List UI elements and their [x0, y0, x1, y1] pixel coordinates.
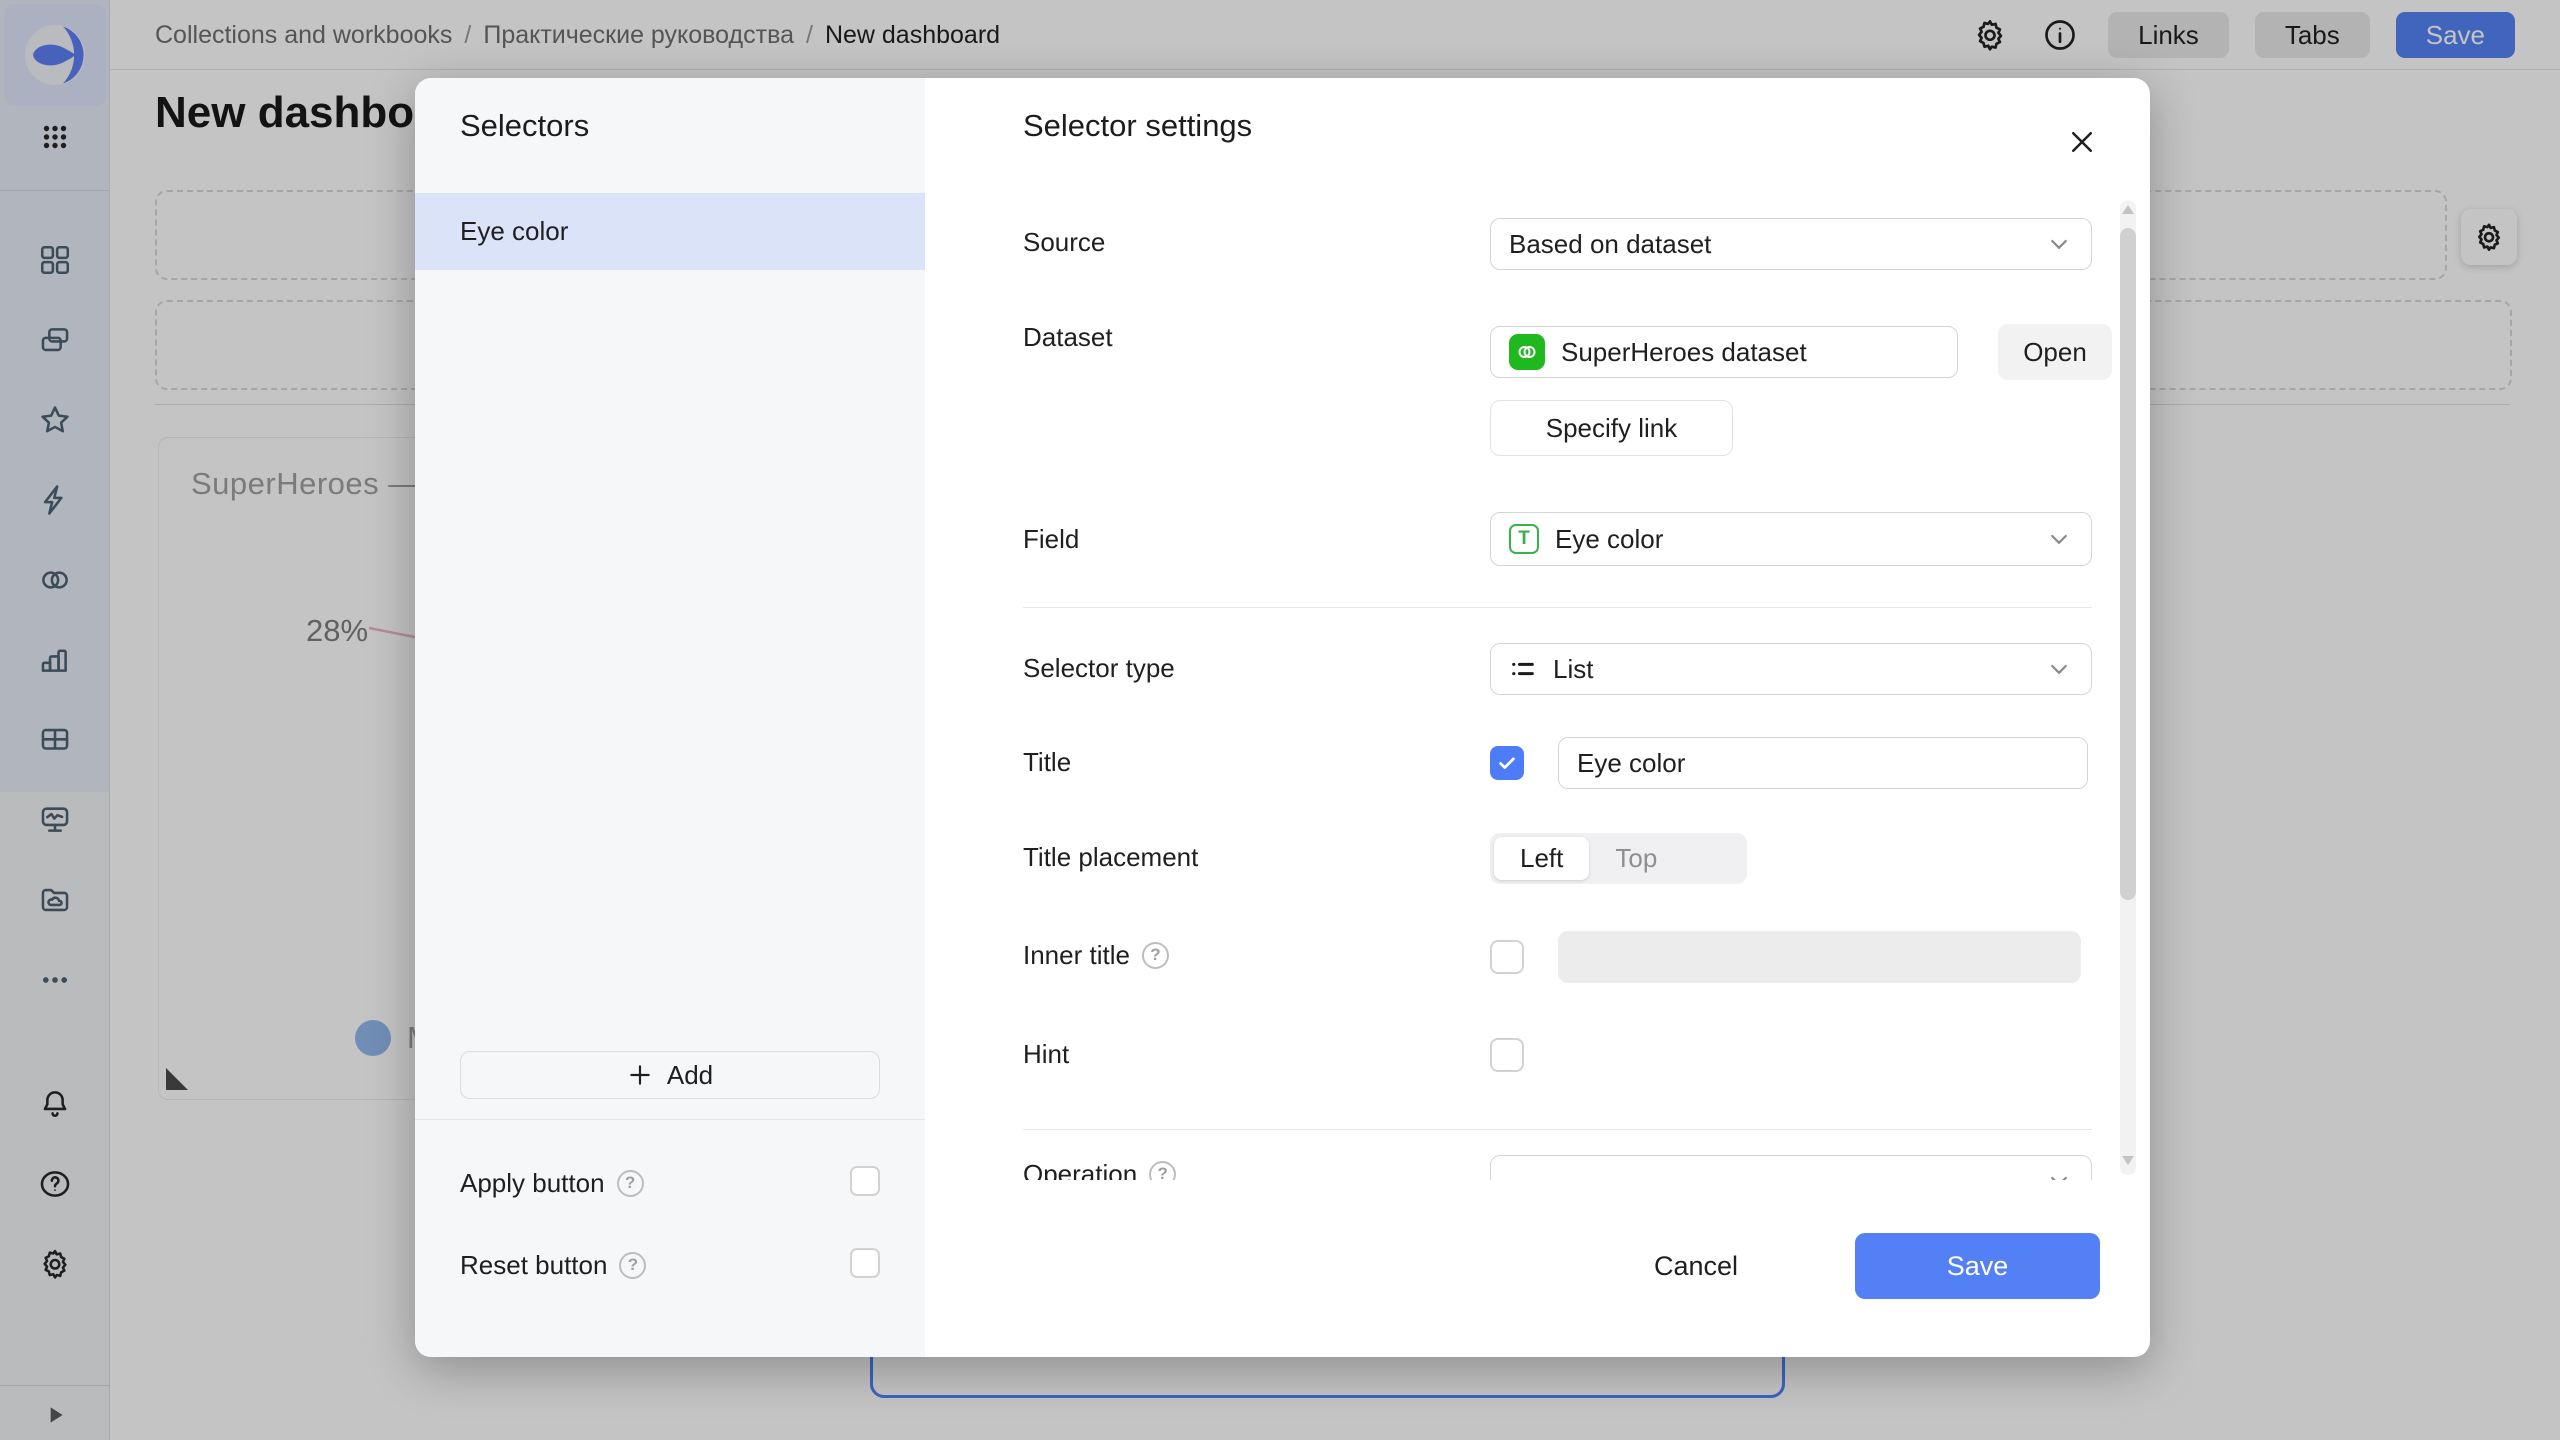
operation-label: Operation — [1023, 1157, 1176, 1180]
dialog-title: Selector settings — [1023, 108, 1252, 144]
title-label: Title — [1023, 745, 1071, 779]
plus-icon — [627, 1062, 653, 1088]
settings-scrollbar-thumb[interactable] — [2120, 228, 2136, 900]
source-label: Source — [1023, 225, 1105, 259]
operation-select[interactable] — [1490, 1155, 2092, 1180]
field-label: Field — [1023, 522, 1079, 556]
dataset-select[interactable]: SuperHeroes dataset — [1490, 326, 1958, 378]
reset-button-label: Reset button — [460, 1250, 607, 1281]
dataset-icon — [1509, 334, 1545, 370]
list-icon — [1509, 655, 1537, 683]
operation-help-icon[interactable] — [1149, 1161, 1176, 1181]
specify-link-button[interactable]: Specify link — [1490, 400, 1733, 456]
inner-title-help-icon[interactable] — [1142, 942, 1169, 969]
hint-checkbox[interactable] — [1490, 1038, 1524, 1072]
dataset-name: SuperHeroes dataset — [1561, 337, 1807, 368]
panel-divider — [415, 1119, 925, 1120]
inner-title-checkbox[interactable] — [1490, 940, 1524, 974]
inner-title-input — [1558, 931, 2081, 983]
reset-button-row-label: Reset button — [460, 1248, 646, 1282]
selectors-panel-title: Selectors — [460, 108, 589, 144]
check-icon — [1496, 752, 1518, 774]
selectors-panel: Selectors Eye color Add Apply button Res… — [415, 78, 925, 1357]
cancel-button[interactable]: Cancel — [1621, 1236, 1771, 1296]
app-root: Collections and workbooks / Практические… — [0, 0, 2560, 1440]
source-select[interactable]: Based on dataset — [1490, 218, 2092, 270]
form-divider — [1023, 607, 2092, 608]
apply-help-icon[interactable] — [617, 1170, 644, 1197]
selector-type-label: Selector type — [1023, 651, 1175, 685]
chevron-down-icon — [2047, 657, 2071, 681]
source-value: Based on dataset — [1509, 229, 1711, 260]
placement-left-option[interactable]: Left — [1494, 837, 1589, 880]
field-select[interactable]: T Eye color — [1490, 512, 2092, 566]
scroll-up-icon[interactable] — [2122, 205, 2134, 214]
apply-button-checkbox[interactable] — [850, 1166, 880, 1196]
add-selector-button[interactable]: Add — [460, 1051, 880, 1099]
selector-settings-dialog: Selectors Eye color Add Apply button Res… — [415, 78, 2150, 1357]
string-field-type-icon: T — [1509, 524, 1539, 554]
form-divider — [1023, 1129, 2092, 1130]
title-checkbox[interactable] — [1490, 746, 1524, 780]
scroll-down-icon[interactable] — [2122, 1156, 2134, 1165]
chevron-down-icon — [2047, 527, 2071, 551]
title-placement-segmented: Left Top — [1490, 833, 1747, 884]
open-dataset-button[interactable]: Open — [1998, 324, 2112, 380]
title-input[interactable]: Eye color — [1558, 737, 2088, 789]
inner-title-label: Inner title — [1023, 938, 1169, 972]
selector-type-value: List — [1553, 654, 1593, 685]
selector-type-select[interactable]: List — [1490, 643, 2092, 695]
dataset-label: Dataset — [1023, 320, 1113, 354]
settings-scroll-area[interactable]: Source Based on dataset Dataset SuperHer… — [925, 195, 2150, 1180]
selector-list-item[interactable]: Eye color — [415, 193, 925, 270]
reset-button-checkbox[interactable] — [850, 1248, 880, 1278]
apply-button-row-label: Apply button — [460, 1166, 644, 1200]
placement-top-option[interactable]: Top — [1589, 837, 1683, 880]
close-icon[interactable] — [2060, 120, 2104, 164]
save-button[interactable]: Save — [1855, 1233, 2100, 1299]
chevron-down-icon — [2047, 232, 2071, 256]
apply-button-label: Apply button — [460, 1168, 605, 1199]
reset-help-icon[interactable] — [619, 1252, 646, 1279]
add-selector-label: Add — [667, 1060, 713, 1091]
hint-label: Hint — [1023, 1037, 1069, 1071]
title-placement-label: Title placement — [1023, 840, 1198, 874]
chevron-down-icon — [2047, 1169, 2071, 1180]
field-value: Eye color — [1555, 524, 1663, 555]
